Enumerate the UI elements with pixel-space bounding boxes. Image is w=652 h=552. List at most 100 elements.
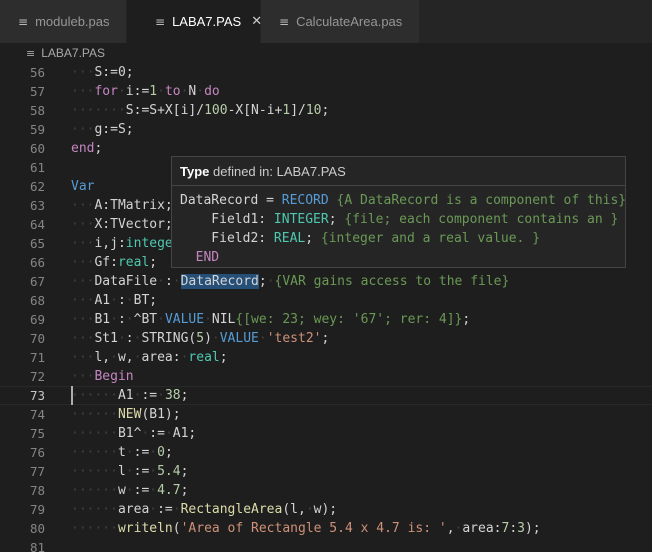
code-token: {A DataRecord is a component of this} (328, 193, 627, 208)
code-text: ······area·:=·RectangleArea(l,·w); (71, 500, 337, 519)
code-token: := (133, 464, 150, 479)
code-token: A1 (94, 293, 111, 308)
code-token: ; (164, 445, 173, 460)
code-token: {file; each component contains an } (336, 212, 619, 227)
code-text: Var (71, 177, 94, 196)
code-token: 1 (282, 103, 291, 118)
tab-moduleb[interactable]: ≡ moduleb.pas (0, 0, 127, 43)
hover-title-text: defined in: LABA7.PAS (209, 164, 346, 179)
code-token: : (164, 274, 173, 289)
code-token: · (258, 331, 267, 346)
code-editor[interactable]: 56 ···S:=0; 57 ···for·i:=1·to·N·do 58 ·······… (0, 63, 652, 552)
code-token: 'test2' (266, 331, 322, 346)
code-token: ··· (71, 350, 95, 365)
code-token: -X[N-i+ (227, 103, 283, 118)
line-number: 73 (29, 388, 45, 403)
breadcrumb: ≡ LABA7.PAS (0, 43, 652, 63)
code-line[interactable]: 59 ···g:=S; (0, 120, 652, 139)
code-token: g:=S; (94, 122, 134, 137)
code-text: ······A1·:=·38; (71, 386, 188, 405)
hover-code-line: END (180, 248, 626, 267)
code-line[interactable]: 80 ······writeln('Area of Rectangle 5.4 x… (0, 519, 652, 538)
code-token: ······ (71, 521, 118, 536)
tab-calculatearea[interactable]: ≡ CalculateArea.pas (261, 0, 420, 43)
code-token: 5.4 (157, 464, 181, 479)
tab-laba7[interactable]: ≡ LABA7.PAS ✕ (127, 0, 262, 43)
code-line[interactable]: 76 ······t·:=·0; (0, 443, 652, 462)
code-token: · (305, 502, 314, 517)
line-number: 59 (29, 122, 45, 137)
code-token: ); (524, 521, 541, 536)
code-token: ; (258, 274, 267, 289)
code-token: ··· (71, 84, 95, 99)
code-text: ·······S:=S+X[i]/100-X[N-i+1]/10; (71, 101, 329, 120)
code-token: St1 (94, 331, 118, 346)
code-line[interactable]: 69 ···B1·:·^BT·VALUE·NIL{[we: 23; wey: '6… (0, 310, 652, 329)
code-line[interactable]: 75 ······B1^·:=·A1; (0, 424, 652, 443)
code-token: ; (180, 483, 189, 498)
code-token: · (172, 502, 181, 517)
code-line[interactable]: 74 ······NEW(B1); (0, 405, 652, 424)
code-token: · (125, 312, 134, 327)
code-token: ]/ (290, 103, 306, 118)
code-text: ···X:TVector; (71, 215, 173, 234)
code-line[interactable]: 58 ·······S:=S+X[i]/100-X[N-i+1]/10; (0, 101, 652, 120)
line-number: 67 (29, 274, 45, 289)
code-line[interactable]: 78 ······w·:=·4.7; (0, 481, 652, 500)
code-token: ; (149, 255, 158, 270)
code-token: END (180, 250, 220, 265)
code-token: ··· (71, 369, 95, 384)
line-number: 81 (29, 540, 45, 552)
code-token: 1 (149, 84, 158, 99)
code-line[interactable]: 71 ···l,·w,·area:·real; (0, 348, 652, 367)
code-token: : (117, 312, 126, 327)
code-token: REAL (273, 231, 306, 246)
code-text: ······NEW(B1); (71, 405, 181, 424)
code-token: 3 (517, 521, 525, 536)
code-line[interactable]: 77 ······l·:=·5.4; (0, 462, 652, 481)
code-token: 0 (157, 445, 165, 460)
line-number: 69 (29, 312, 45, 327)
code-line[interactable]: 56 ···S:=0; (0, 63, 652, 82)
code-token: {integer and a real value. } (313, 231, 541, 246)
code-token: w (117, 483, 126, 498)
code-line[interactable]: 67 ···DataFile·:·DataRecord;·{VAR gains a… (0, 272, 652, 291)
code-token: ······· (71, 103, 126, 118)
code-token: l, (94, 350, 111, 365)
code-token: STRING( (141, 331, 197, 346)
code-token: to (164, 84, 181, 99)
line-number: 65 (29, 236, 45, 251)
code-token: ; (462, 312, 471, 327)
code-token: · (157, 84, 165, 99)
code-line[interactable]: 73 ······A1·:=·38; (0, 386, 652, 405)
code-token: end (71, 141, 95, 156)
code-text: ···i,j:integer (71, 234, 181, 253)
code-line[interactable]: 72 ···Begin (0, 367, 652, 386)
line-number: 62 (29, 179, 45, 194)
code-token: BT; (133, 293, 158, 308)
code-token: real (188, 350, 220, 365)
code-token: · (149, 483, 158, 498)
code-token: ··· (71, 331, 95, 346)
code-line[interactable]: 81 (0, 538, 652, 552)
code-token: · (172, 274, 181, 289)
code-token: · (196, 84, 205, 99)
code-token: ··· (71, 198, 95, 213)
code-token: · (164, 426, 173, 441)
code-line[interactable]: 79 ······area·:=·RectangleArea(l,·w); (0, 500, 652, 519)
code-token: · (266, 274, 275, 289)
code-line[interactable]: 57 ···for·i:=1·to·N·do (0, 82, 652, 101)
code-token: ; (219, 350, 228, 365)
code-token: 100 (204, 103, 228, 118)
code-text: ······l·:=·5.4; (71, 462, 188, 481)
code-text: ···A:TMatrix; (71, 196, 173, 215)
code-token: · (125, 445, 134, 460)
code-line[interactable]: 68 ···A1·:·BT; (0, 291, 652, 310)
code-text: ···St1·:·STRING(5)·VALUE·'test2'; (71, 329, 329, 348)
breadcrumb-file[interactable]: LABA7.PAS (41, 46, 105, 60)
hover-code-line: DataRecord = RECORD {A DataRecord is a c… (180, 191, 626, 210)
code-line[interactable]: 70 ···St1·:·STRING(5)·VALUE·'test2'; (0, 329, 652, 348)
line-number: 61 (29, 160, 45, 175)
tab-label: CalculateArea.pas (296, 14, 403, 29)
code-token: · (125, 464, 134, 479)
